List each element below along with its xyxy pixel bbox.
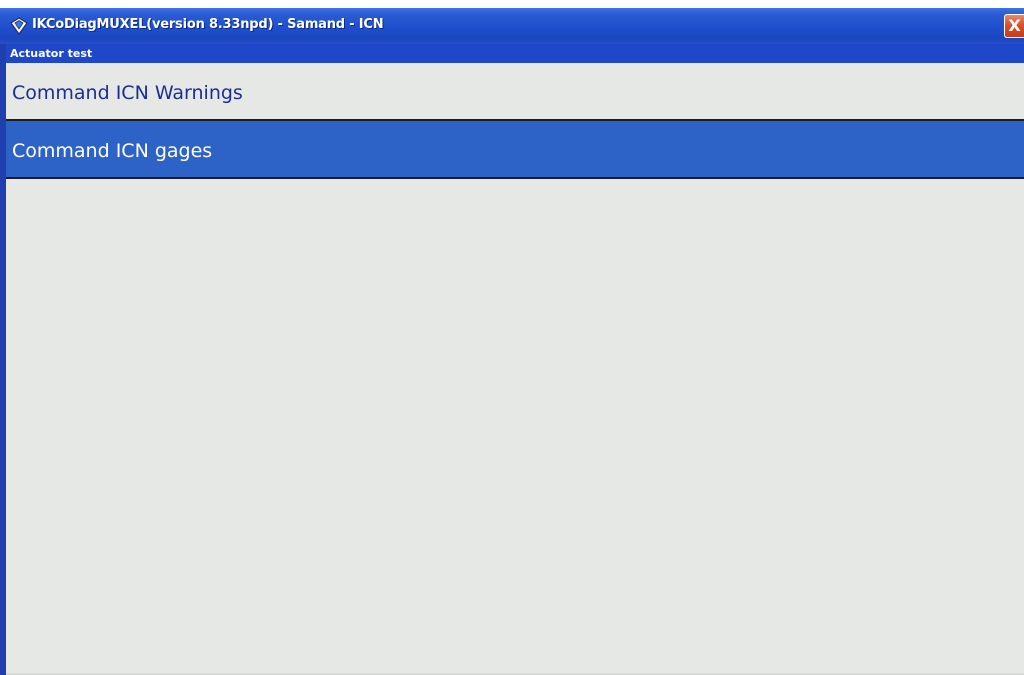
menu-item-label: Command ICN gages <box>12 140 213 162</box>
close-icon: X <box>1008 16 1021 35</box>
section-header: Actuator test <box>6 44 1024 63</box>
content-area <box>6 184 1024 675</box>
menu-item-command-icn-gages[interactable]: Command ICN gages <box>6 121 1024 179</box>
title-bar[interactable]: IKCoDiagMUXEL(version 8.33npd) - Samand … <box>0 8 1024 44</box>
menu-item-label: Command ICN Warnings <box>12 82 243 104</box>
app-icon[interactable] <box>9 17 29 36</box>
actuator-test-list: Command ICN Warnings Command ICN gages <box>6 63 1024 179</box>
menu-item-command-icn-warnings[interactable]: Command ICN Warnings <box>6 63 1024 121</box>
close-button[interactable]: X <box>1004 14 1024 38</box>
section-title: Actuator test <box>10 47 93 60</box>
window-title: IKCoDiagMUXEL(version 8.33npd) - Samand … <box>32 17 384 32</box>
app-window: IKCoDiagMUXEL(version 8.33npd) - Samand … <box>0 8 1024 675</box>
